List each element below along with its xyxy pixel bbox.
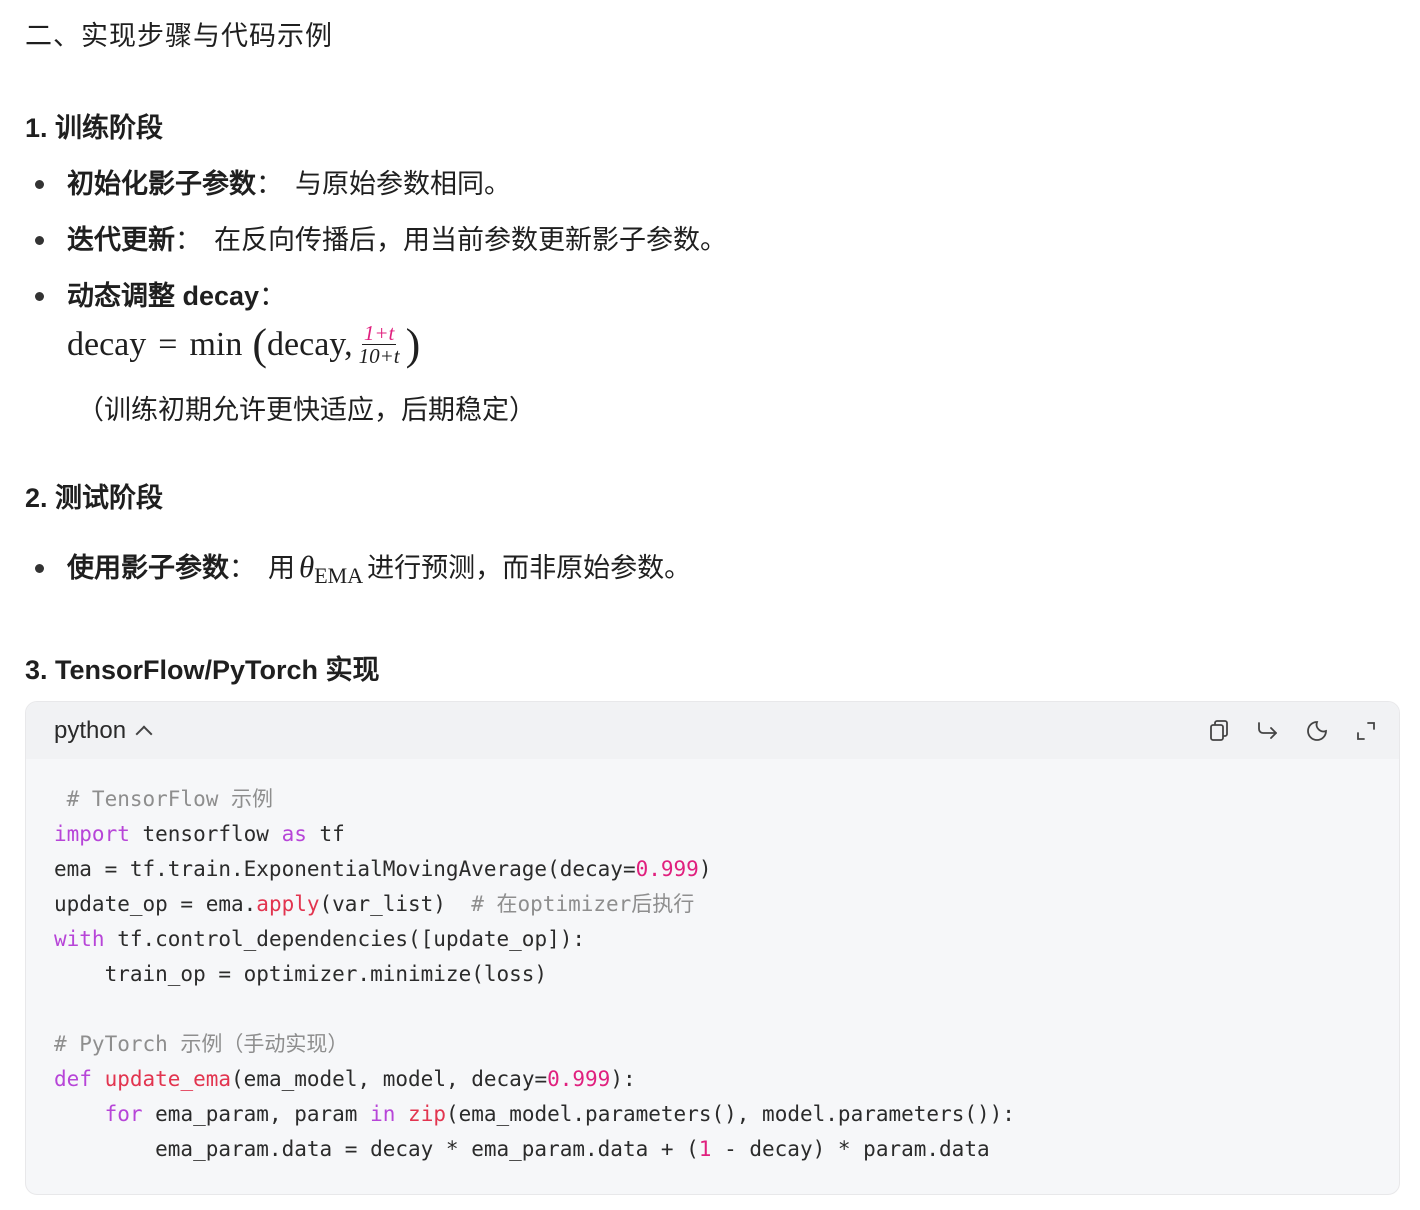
- code-token: zip: [408, 1102, 446, 1126]
- step1-heading: 1. 训练阶段: [25, 113, 164, 143]
- bullet-dot: [35, 564, 44, 573]
- bullet-colon: ：: [256, 169, 283, 199]
- code-token: tensorflow: [129, 822, 282, 846]
- bullet-colon: ：: [175, 225, 202, 255]
- code-token: - decay) * param.data: [711, 1137, 990, 1161]
- bullet-dot: [35, 292, 44, 301]
- code-token: 1: [698, 1137, 712, 1161]
- copy-icon[interactable]: [1205, 717, 1232, 744]
- fraction-numerator: 1+t: [361, 321, 397, 346]
- code-line: import tensorflow as tf: [54, 817, 1015, 852]
- formula-min: min: [189, 325, 243, 363]
- code-token: (var_list): [319, 892, 472, 916]
- theta-symbol: θ: [299, 549, 315, 584]
- code-token: (ema_model, model, decay=: [231, 1067, 548, 1091]
- share-icon[interactable]: [1254, 717, 1281, 744]
- code-token: ema = tf.train.ExponentialMovingAverage(…: [54, 857, 636, 881]
- bullet-term: 动态调整 decay: [67, 281, 260, 311]
- bullet-post: 进行预测，而非原始参数。: [367, 553, 692, 583]
- code-token: with: [54, 927, 105, 951]
- code-line: for ema_param, param in zip(ema_model.pa…: [54, 1097, 1015, 1132]
- expand-icon[interactable]: [1352, 717, 1379, 744]
- code-line: ema = tf.train.ExponentialMovingAverage(…: [54, 852, 1015, 887]
- list-item: 动态调整 decay ：: [25, 274, 298, 313]
- bullet-dot: [35, 236, 44, 245]
- decay-formula: decay = min ( decay, 1+t 10+t ): [67, 322, 420, 367]
- fraction-denominator: 10+t: [358, 344, 400, 369]
- step2-heading: 2. 测试阶段: [25, 483, 164, 513]
- code-token: # 在optimizer后执行: [471, 892, 695, 916]
- bullet-colon: ：: [259, 281, 287, 311]
- section-title: 二、实现步骤与代码示例: [25, 21, 333, 51]
- theme-moon-icon[interactable]: [1303, 717, 1330, 744]
- code-token: in: [370, 1102, 396, 1126]
- code-token: tf: [306, 822, 345, 846]
- code-line: with tf.control_dependencies([update_op]…: [54, 922, 1015, 957]
- code-content[interactable]: # TensorFlow 示例 import tensorflow as tf em…: [54, 782, 1015, 1167]
- code-line: # PyTorch 示例（手动实现）: [54, 1027, 1015, 1062]
- code-token: ):: [610, 1067, 636, 1091]
- code-token: update_ema: [104, 1067, 232, 1091]
- code-token: ema_param.data = decay * ema_param.data …: [54, 1137, 699, 1161]
- code-toolbar: [1205, 717, 1379, 744]
- code-token: for: [104, 1102, 143, 1126]
- bullet-term: 使用影子参数: [67, 553, 229, 583]
- code-header: python: [26, 702, 1399, 759]
- code-token: ): [698, 857, 712, 881]
- code-token: train_op = optimizer.minimize(loss): [54, 962, 548, 986]
- code-token: 0.999: [635, 857, 699, 881]
- code-block: python # TensorFlow 示例 import tensorflow…: [25, 701, 1400, 1195]
- theta-subscript: EMA: [314, 563, 364, 588]
- formula-note: （训练初期允许更快适应，后期稳定）: [77, 395, 536, 425]
- theta-ema-symbol: θEMA: [299, 549, 363, 589]
- bullet-pre: 用: [268, 553, 295, 583]
- code-token: def: [54, 1067, 92, 1091]
- code-line: ema_param.data = decay * ema_param.data …: [54, 1132, 1015, 1167]
- code-line: update_op = ema.apply(var_list) # 在optim…: [54, 887, 1015, 922]
- list-item: 使用影子参数 ： 用 θEMA 进行预测，而非原始参数。: [25, 546, 691, 589]
- code-token: update_op = ema.: [54, 892, 257, 916]
- code-line: def update_ema(ema_model, model, decay=0…: [54, 1062, 1015, 1097]
- list-item: 初始化影子参数 ： 与原始参数相同。: [25, 162, 511, 201]
- code-token: ema_param, param: [142, 1102, 371, 1126]
- list-item: 迭代更新 ： 在反向传播后，用当前参数更新影子参数。: [25, 218, 727, 257]
- bullet-term: 迭代更新: [67, 225, 175, 255]
- formula-equals: =: [158, 325, 178, 363]
- bullet-colon: ：: [229, 553, 256, 583]
- bullet-text: 在反向传播后，用当前参数更新影子参数。: [214, 225, 727, 255]
- language-toggle[interactable]: python: [54, 716, 153, 745]
- formula-open-paren: (: [252, 319, 268, 369]
- bullet-text: 与原始参数相同。: [295, 169, 511, 199]
- code-token: 0.999: [547, 1067, 611, 1091]
- chevron-up-icon: [135, 725, 153, 742]
- code-token: apply: [256, 892, 320, 916]
- code-token: (ema_model.parameters(), model.parameter…: [445, 1102, 1015, 1126]
- bullet-dot: [35, 180, 44, 189]
- formula-arg: decay,: [267, 325, 353, 363]
- code-line: # TensorFlow 示例: [54, 782, 1015, 817]
- code-token: as: [281, 822, 307, 846]
- code-token: tf.control_dependencies([update_op]):: [104, 927, 586, 951]
- code-token: import: [54, 822, 130, 846]
- step3-heading: 3. TensorFlow/PyTorch 实现: [25, 655, 380, 685]
- language-label: python: [54, 716, 127, 744]
- formula-close-paren: ): [405, 319, 421, 369]
- bullet-term: 初始化影子参数: [67, 169, 256, 199]
- formula-lhs: decay: [67, 325, 147, 363]
- code-token: # TensorFlow 示例: [54, 787, 274, 811]
- code-token: # PyTorch 示例（手动实现）: [54, 1032, 349, 1056]
- code-line: train_op = optimizer.minimize(loss): [54, 957, 1015, 992]
- formula-fraction: 1+t 10+t: [357, 322, 402, 367]
